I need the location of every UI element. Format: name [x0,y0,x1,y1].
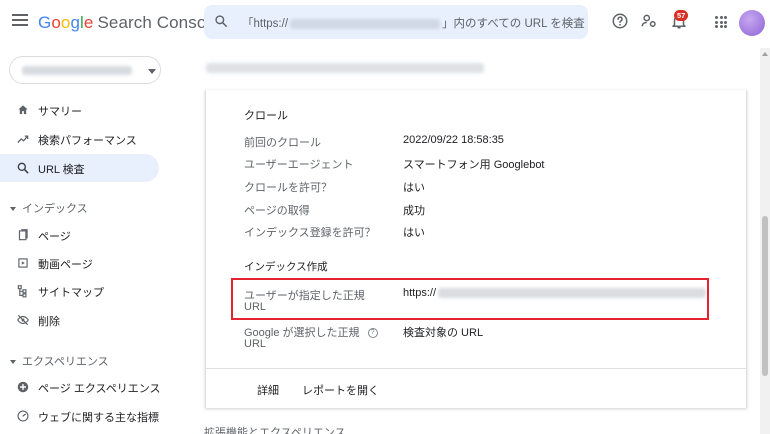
sidebar-item-video-pages[interactable]: 動画ページ [0,249,159,277]
app-logo[interactable]: Google Search Console [38,13,220,33]
trending-up-icon [17,135,29,143]
scroll-up-arrow-icon[interactable] [762,52,768,56]
enhancements-section-title: 拡張機能とエクスペリエンス [204,427,346,434]
indexing-section-title: インデックス作成 [244,261,328,273]
sidebar-section-label: エクスペリエンス [22,356,109,368]
scrollbar[interactable] [760,48,770,434]
sidebar-item-label: URL 検査 [38,164,85,176]
sidebar-item-label: 動画ページ [38,259,93,271]
notification-badge: 57 [674,10,689,21]
crawl-row-key: ユーザーエージェント [244,159,354,171]
sidebar-section-index[interactable]: インデックス [10,200,88,216]
open-report-button[interactable]: レポートを開く [302,382,379,398]
inspection-detail-card: クロール 前回のクロール 2022/09/22 18:58:35 ユーザーエージ… [205,90,747,408]
crawl-row-value: スマートフォン用 Googlebot [403,159,545,171]
brand-letter: e [83,13,94,32]
crawl-row-value: 2022/09/22 18:58:35 [403,134,504,146]
redacted-inspected-url [206,63,484,73]
google-canonical-value: 検査対象の URL [403,327,484,339]
sidebar-item-label: 検索パフォーマンス [38,135,137,147]
redacted-url [290,18,441,29]
url-inspection-search-bar[interactable]: 「https:// 」内のすべての URL を検査 [204,5,588,39]
sidebar-item-label: 削除 [38,316,60,328]
search-icon [17,162,29,174]
remove-icon [17,314,29,326]
help-circle-icon[interactable]: ? [367,328,378,339]
sidebar-item-label: サイトマップ [38,287,104,299]
home-icon [18,105,28,115]
crawl-row-key: インデックス登録を許可？ [244,227,376,239]
brand-letter: G [38,13,52,32]
chevron-down-icon [10,207,16,212]
property-selector[interactable] [9,56,161,84]
sidebar-item-label: ページ エクスペリエンス [38,383,161,395]
sidebar-item-label: ページ [38,231,71,243]
avatar[interactable] [739,10,765,36]
google-canonical-key-line2: URL [244,338,267,350]
sidebar-item-core-web-vitals[interactable]: ウェブに関する主な指標 [0,402,159,430]
product-name: Search Console [97,13,220,32]
crawl-row-key: ページの取得 [244,205,310,217]
gauge-icon [17,410,29,422]
brand-letter: o [51,13,61,32]
sidebar-item-page-experience[interactable]: ページ エクスペリエンス [0,373,161,401]
menu-icon[interactable] [12,14,28,28]
crawl-row-value: はい [403,227,425,239]
details-button[interactable]: 詳細 [257,382,279,398]
search-prefix: 「https:// [242,18,289,30]
crawl-row-key: 前回のクロール [244,137,321,149]
search-icon [215,15,228,28]
scroll-thumb[interactable] [762,216,768,376]
sidebar-item-summary[interactable]: サマリー [0,96,159,124]
manage-users-icon[interactable] [640,12,658,30]
sidebar-item-pages[interactable]: ページ [0,221,159,249]
sidebar-item-removals[interactable]: 削除 [0,306,159,334]
sidebar-item-url-inspection[interactable]: URL 検査 [0,154,159,182]
chevron-down-icon [10,360,16,365]
crawl-section-title: クロール [244,110,288,122]
sidebar-item-label: ウェブに関する主な指標 [38,412,159,424]
apps-grid-icon[interactable] [715,16,727,28]
redacted-property-name [22,66,132,75]
sidebar-item-performance[interactable]: 検索パフォーマンス [0,125,159,153]
card-footer: 詳細 レポートを開く [206,368,746,408]
sidebar-item-label: サマリー [38,106,82,118]
crawl-row-key: クロールを許可？ [244,182,332,194]
sidebar-item-sitemaps[interactable]: サイトマップ [0,277,159,305]
sidebar-section-experience[interactable]: エクスペリエンス [10,353,109,369]
video-page-icon [18,258,28,268]
search-query[interactable]: 「https:// 」内のすべての URL を検査 [242,15,585,31]
brand-letter: g [70,13,81,32]
sidebar-section-label: インデックス [22,203,88,215]
plus-circle-icon [17,381,29,393]
sitemap-icon [17,285,27,298]
page-icon [18,229,28,241]
help-icon[interactable] [611,12,629,30]
search-suffix: 」内のすべての URL を検査 [442,18,585,30]
highlight-box [231,278,709,320]
chevron-down-icon [148,69,156,74]
top-bar: Google Search Console 「https:// 」内のすべての UR… [0,0,770,48]
crawl-row-value: はい [403,182,425,194]
crawl-row-value: 成功 [403,205,425,217]
